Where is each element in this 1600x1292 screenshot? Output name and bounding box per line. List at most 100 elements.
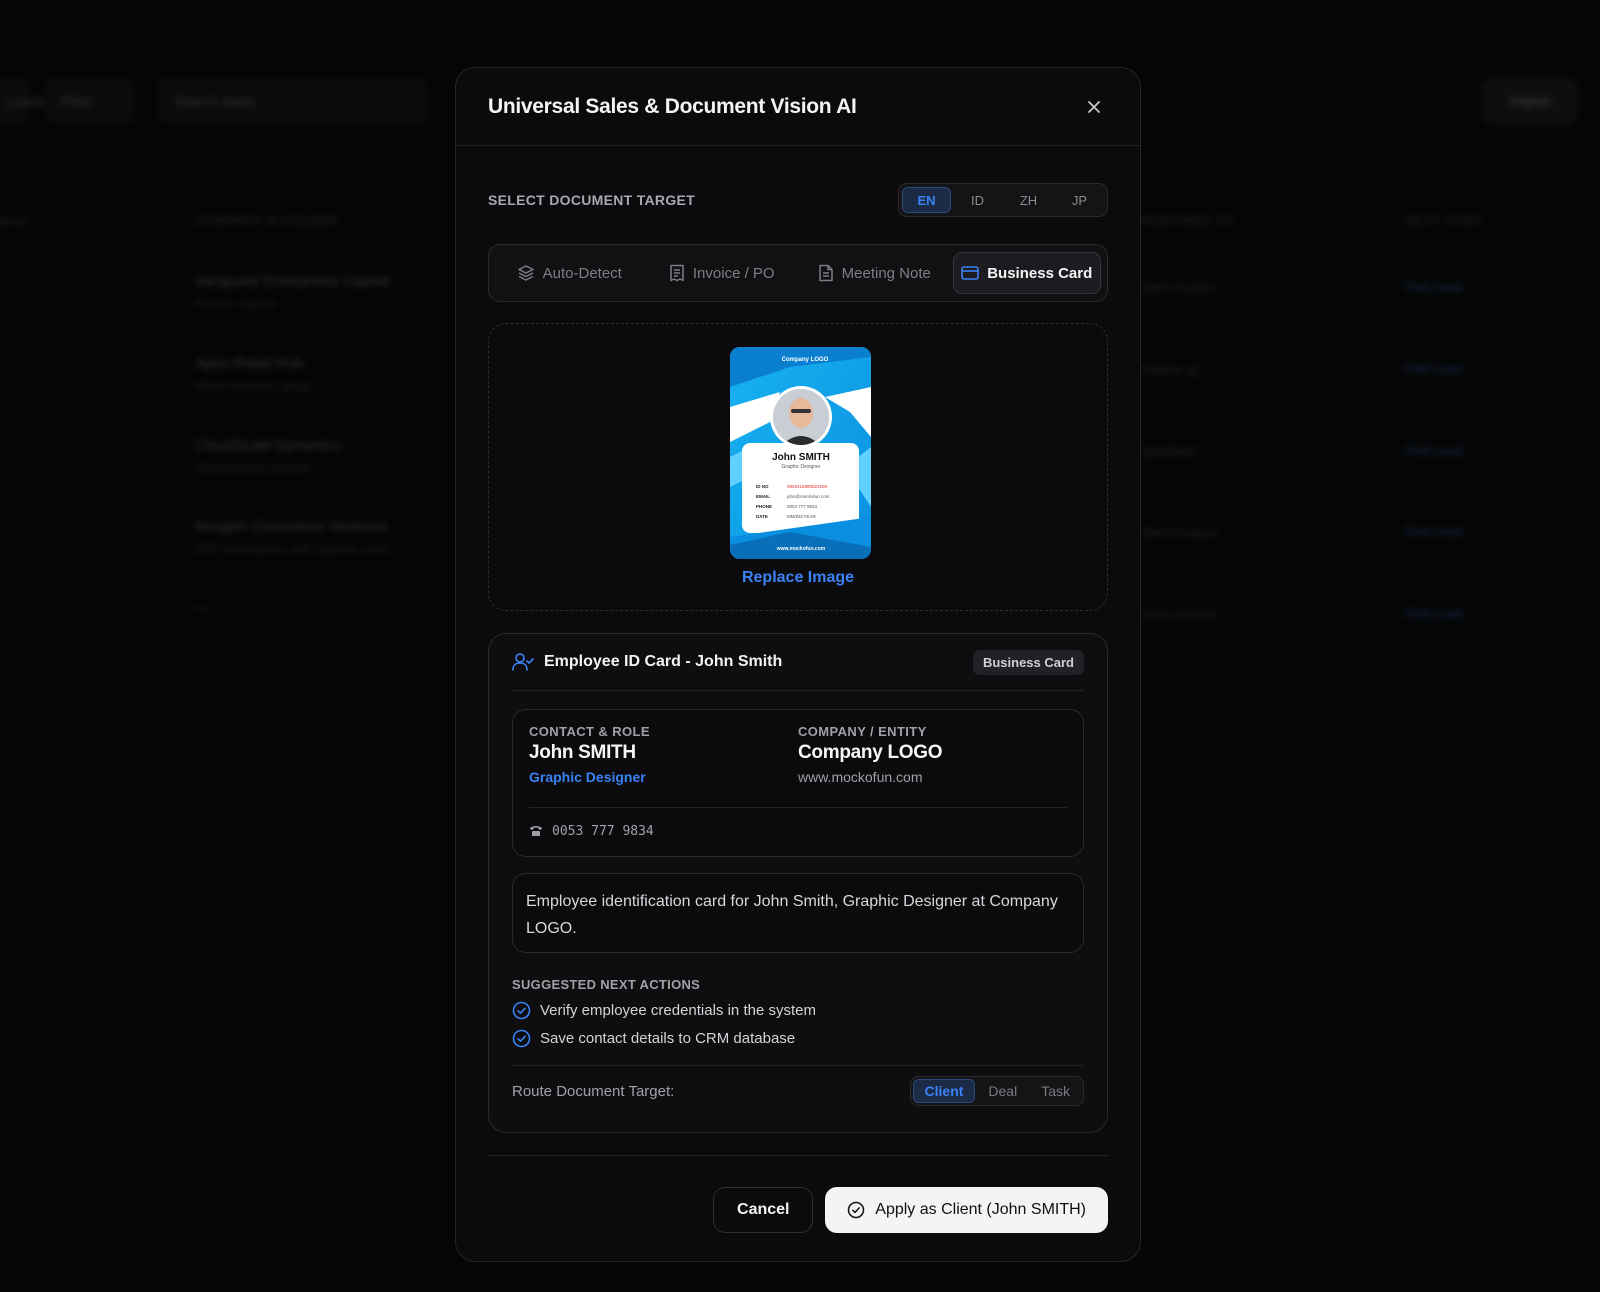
user-check-icon	[512, 653, 534, 671]
image-dropzone[interactable]: Company LOGO John SMITH Graphic Designer…	[488, 323, 1108, 611]
lang-zh-button[interactable]: ZH	[1004, 187, 1053, 213]
tab-label: Auto-Detect	[542, 264, 622, 282]
card-site-text: www.mockofun.com	[776, 546, 826, 552]
select-target-label: SELECT DOCUMENT TARGET	[488, 192, 696, 208]
id-card-preview: Company LOGO John SMITH Graphic Designer…	[730, 347, 871, 559]
phone-number: 0053 777 9834	[552, 823, 654, 839]
bg-import-label: Import	[1510, 93, 1550, 109]
document-type-badge: Business Card	[972, 649, 1084, 675]
bg-chip-filter: Filter	[45, 78, 135, 124]
action-text: Verify employee credentials in the syste…	[540, 1002, 816, 1019]
card-role-text: Graphic Designer	[782, 464, 821, 470]
check-circle-icon	[848, 1201, 865, 1218]
lang-jp-button[interactable]: JP	[1055, 187, 1104, 213]
bg-row-sub: Partner Capital	[195, 297, 276, 311]
tab-label: Business Card	[987, 264, 1093, 282]
company-name: Company LOGO	[798, 742, 943, 763]
card-field-value: john@mockofun.com	[786, 494, 830, 499]
modal-header: Universal Sales & Document Vision AI	[456, 68, 1140, 146]
phone-icon	[530, 826, 542, 836]
tab-business-card[interactable]: Business Card	[952, 252, 1101, 294]
bg-import-button: Import	[1482, 78, 1578, 124]
bg-row-col: Follow up	[1140, 361, 1200, 377]
bg-row-name: —	[195, 600, 210, 617]
modal-body: SELECT DOCUMENT TARGET EN ID ZH JP Auto-…	[456, 183, 1140, 1261]
bg-row-col: Qualified	[1140, 443, 1196, 459]
bg-header-company: COMPANY & HOLDER	[195, 213, 338, 228]
card-field-key: PHONE	[756, 504, 772, 509]
bg-row-badge: Find Lead	[1405, 524, 1463, 539]
bg-row-col: Sent invoice	[1140, 606, 1217, 622]
suggested-actions-label: SUGGESTED NEXT ACTIONS	[512, 977, 701, 992]
bg-row-col: Sent invoice	[1140, 524, 1217, 540]
card-name-text: John SMITH	[772, 452, 830, 463]
bg-row-sub: Retail franchise group	[195, 379, 312, 393]
receipt-icon	[670, 264, 684, 282]
modal-footer: Cancel Apply as Client (John SMITH)	[488, 1155, 1108, 1261]
credit-card-icon	[961, 266, 980, 280]
lang-en-button[interactable]: EN	[902, 187, 951, 213]
route-row: Route Document Target: Client Deal Task	[512, 1065, 1084, 1115]
bg-chip-label: Leads	[6, 93, 45, 109]
info-columns: CONTACT & ROLE John SMITH Graphic Design…	[529, 724, 1067, 808]
check-circle-icon	[512, 1001, 531, 1020]
card-field-value: 0903418989021909	[787, 484, 828, 489]
tab-label: Meeting Note	[841, 264, 931, 282]
apply-button[interactable]: Apply as Client (John SMITH)	[825, 1186, 1108, 1233]
bg-row-name: Nexgen Commerce Ventures	[195, 518, 388, 535]
route-deal-button[interactable]: Deal	[977, 1079, 1028, 1103]
replace-image-link[interactable]: Replace Image	[489, 569, 1107, 587]
extraction-result-card: Employee ID Card - John Smith Business C…	[488, 633, 1108, 1133]
contact-label: CONTACT & ROLE	[529, 724, 650, 739]
bg-row-sub: B2B marketplace with regional reach	[195, 542, 391, 556]
company-column: COMPANY / ENTITY Company LOGO www.mockof…	[798, 724, 1067, 807]
lang-id-button[interactable]: ID	[953, 187, 1002, 213]
contact-name: John SMITH	[529, 742, 636, 763]
document-icon	[818, 264, 833, 282]
bg-row-name: Apex Retail Hub	[195, 355, 304, 372]
description-box: Employee identification card for John Sm…	[512, 873, 1084, 953]
document-type-tabs: Auto-Detect Invoice / PO Meeting Note Bu…	[488, 244, 1108, 302]
bg-row-badge: Find Lead	[1405, 279, 1463, 294]
bg-header-next: NEXT STEP	[1405, 213, 1482, 228]
bg-chip-label: Filter	[61, 93, 93, 109]
card-logo-text: Company LOGO	[782, 357, 829, 363]
action-text: Save contact details to CRM database	[540, 1030, 796, 1047]
bg-header-name: Name	[0, 213, 27, 228]
bg-row-badge: Find Lead	[1405, 443, 1463, 458]
action-item: Save contact details to CRM database	[512, 1029, 1084, 1048]
bg-chip-label: Search leads	[174, 93, 256, 109]
card-field-value: MM/DD/YEAR	[787, 514, 817, 519]
bg-row-badge: Find Lead	[1405, 361, 1463, 376]
card-field-key: ID NO	[756, 484, 769, 489]
language-selector: EN ID ZH JP	[898, 183, 1108, 217]
action-item: Verify employee credentials in the syste…	[512, 1001, 1084, 1020]
tab-meeting-note[interactable]: Meeting Note	[800, 252, 949, 294]
cancel-button[interactable]: Cancel	[713, 1186, 814, 1233]
bg-chip-leads: Leads	[0, 78, 44, 124]
id-card-image: Company LOGO John SMITH Graphic Designer…	[730, 347, 871, 559]
apply-label: Apply as Client (John SMITH)	[875, 1200, 1086, 1218]
route-task-button[interactable]: Task	[1030, 1079, 1081, 1103]
bg-search: Search leads	[158, 78, 428, 124]
route-label: Route Document Target:	[512, 1082, 675, 1100]
phone-row: 0053 777 9834	[529, 808, 1067, 854]
check-circle-icon	[512, 1029, 531, 1048]
tab-invoice-po[interactable]: Invoice / PO	[648, 252, 797, 294]
vision-ai-modal: Universal Sales & Document Vision AI SEL…	[455, 67, 1141, 1262]
target-row: SELECT DOCUMENT TARGET EN ID ZH JP	[488, 183, 1108, 217]
route-client-button[interactable]: Client	[912, 1079, 976, 1103]
close-button[interactable]	[1080, 93, 1108, 121]
card-field-value: 0053 777 9834	[787, 504, 818, 509]
layers-icon	[517, 265, 534, 281]
bg-row-badge: Find Lead	[1405, 606, 1463, 621]
bg-row-name: Vanguard Enterprises Capital	[195, 273, 390, 290]
card-field-key: EMAIL	[756, 494, 770, 499]
contact-column: CONTACT & ROLE John SMITH Graphic Design…	[529, 724, 798, 807]
tab-auto-detect[interactable]: Auto-Detect	[495, 252, 644, 294]
bg-header-assigned: ASSIGNED TO	[1140, 213, 1234, 228]
bg-row-col: Sent invoice	[1140, 279, 1217, 295]
contact-info-box: CONTACT & ROLE John SMITH Graphic Design…	[512, 709, 1084, 857]
result-title: Employee ID Card - John Smith	[544, 653, 783, 670]
company-label: COMPANY / ENTITY	[798, 724, 927, 739]
